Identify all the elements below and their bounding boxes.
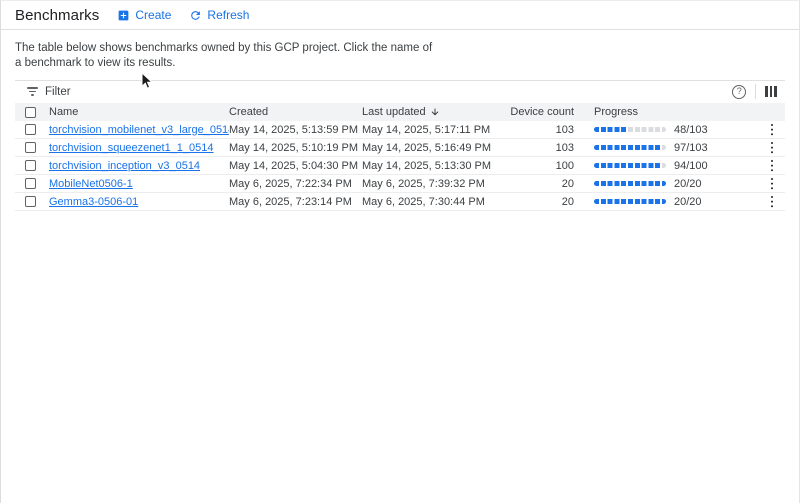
refresh-icon	[189, 9, 202, 22]
progress-cell: 20/20	[594, 178, 759, 190]
row-checkbox[interactable]	[25, 196, 36, 207]
benchmark-name-link[interactable]: torchvision_inception_v3_0514	[49, 160, 200, 172]
help-icon[interactable]: ?	[732, 85, 746, 99]
header-checkbox-cell	[15, 107, 49, 118]
progress-cell: 20/20	[594, 196, 759, 208]
create-button[interactable]: Create	[113, 6, 175, 24]
progress-fraction: 94/100	[674, 160, 708, 172]
table-header-row: Name Created Last updated Device count P…	[15, 103, 785, 121]
created-cell: May 14, 2025, 5:04:30 PM	[229, 160, 362, 172]
created-cell: May 6, 2025, 7:22:34 PM	[229, 178, 362, 190]
last-updated-cell: May 14, 2025, 5:13:30 PM	[362, 160, 510, 172]
benchmarks-table: Name Created Last updated Device count P…	[15, 103, 785, 211]
progress-cell: 48/103	[594, 124, 759, 136]
benchmark-name-link[interactable]: MobileNet0506-1	[49, 178, 133, 190]
column-header-device-count[interactable]: Device count	[510, 106, 574, 118]
row-checkbox[interactable]	[25, 124, 36, 135]
column-display-options-icon[interactable]	[764, 85, 778, 98]
row-actions-kebab-icon[interactable]	[766, 195, 778, 209]
row-actions-kebab-icon[interactable]	[766, 159, 778, 173]
benchmark-name-link[interactable]: Gemma3-0506-01	[49, 196, 138, 208]
progress-cell: 94/100	[594, 160, 759, 172]
add-box-icon	[117, 9, 130, 22]
device-count-cell: 20	[510, 196, 574, 208]
column-header-last-updated-label: Last updated	[362, 106, 426, 118]
benchmark-name-link[interactable]: torchvision_mobilenet_v3_large_0514	[49, 124, 229, 136]
column-header-created[interactable]: Created	[229, 106, 362, 118]
device-count-cell: 103	[510, 124, 574, 136]
refresh-button-label: Refresh	[207, 8, 249, 22]
progress-fraction: 48/103	[674, 124, 708, 136]
filter-list-icon	[27, 87, 38, 96]
row-checkbox[interactable]	[25, 160, 36, 171]
progress-bar	[594, 199, 666, 204]
last-updated-cell: May 14, 2025, 5:16:49 PM	[362, 142, 510, 154]
last-updated-cell: May 6, 2025, 7:30:44 PM	[362, 196, 510, 208]
progress-cell: 97/103	[594, 142, 759, 154]
select-all-checkbox[interactable]	[25, 107, 36, 118]
created-cell: May 14, 2025, 5:13:59 PM	[229, 124, 362, 136]
sort-descending-arrow-icon[interactable]	[430, 107, 440, 117]
last-updated-cell: May 14, 2025, 5:17:11 PM	[362, 124, 510, 136]
created-cell: May 6, 2025, 7:23:14 PM	[229, 196, 362, 208]
table-row: torchvision_squeezenet1_1_0514 May 14, 2…	[15, 139, 785, 157]
column-header-last-updated[interactable]: Last updated	[362, 106, 510, 118]
filter-toolbar: Filter ?	[15, 81, 785, 102]
row-actions-kebab-icon[interactable]	[766, 141, 778, 155]
top-header-bar: Benchmarks Create Refresh	[1, 1, 799, 30]
row-actions-kebab-icon[interactable]	[766, 177, 778, 191]
benchmark-name-link[interactable]: torchvision_squeezenet1_1_0514	[49, 142, 214, 154]
table-row: torchvision_inception_v3_0514 May 14, 20…	[15, 157, 785, 175]
toolbar-right-icons: ?	[732, 84, 785, 99]
device-count-cell: 20	[510, 178, 574, 190]
progress-bar	[594, 145, 666, 150]
description-line-1: The table below shows benchmarks owned b…	[15, 41, 785, 56]
progress-fraction: 20/20	[674, 196, 702, 208]
last-updated-cell: May 6, 2025, 7:39:32 PM	[362, 178, 510, 190]
row-checkbox[interactable]	[25, 178, 36, 189]
page-title: Benchmarks	[15, 7, 99, 24]
refresh-button[interactable]: Refresh	[185, 6, 253, 24]
table-row: Gemma3-0506-01 May 6, 2025, 7:23:14 PM M…	[15, 193, 785, 211]
progress-bar	[594, 127, 666, 132]
description-text: The table below shows benchmarks owned b…	[15, 41, 785, 71]
filter-button-label: Filter	[45, 86, 71, 98]
table-row: torchvision_mobilenet_v3_large_0514 May …	[15, 121, 785, 139]
progress-bar	[594, 163, 666, 168]
progress-fraction: 20/20	[674, 178, 702, 190]
benchmarks-panel: Benchmarks Create Refresh The table belo…	[0, 0, 800, 503]
progress-bar	[594, 181, 666, 186]
row-actions-kebab-icon[interactable]	[766, 123, 778, 137]
created-cell: May 14, 2025, 5:10:19 PM	[229, 142, 362, 154]
device-count-cell: 100	[510, 160, 574, 172]
device-count-cell: 103	[510, 142, 574, 154]
row-checkbox[interactable]	[25, 142, 36, 153]
progress-fraction: 97/103	[674, 142, 708, 154]
toolbar-vertical-divider	[755, 84, 756, 99]
description-line-2: a benchmark to view its results.	[15, 56, 785, 71]
filter-button[interactable]: Filter	[15, 86, 71, 98]
table-row: MobileNet0506-1 May 6, 2025, 7:22:34 PM …	[15, 175, 785, 193]
create-button-label: Create	[135, 8, 171, 22]
column-header-name[interactable]: Name	[49, 106, 229, 118]
column-header-progress: Progress	[594, 106, 759, 118]
